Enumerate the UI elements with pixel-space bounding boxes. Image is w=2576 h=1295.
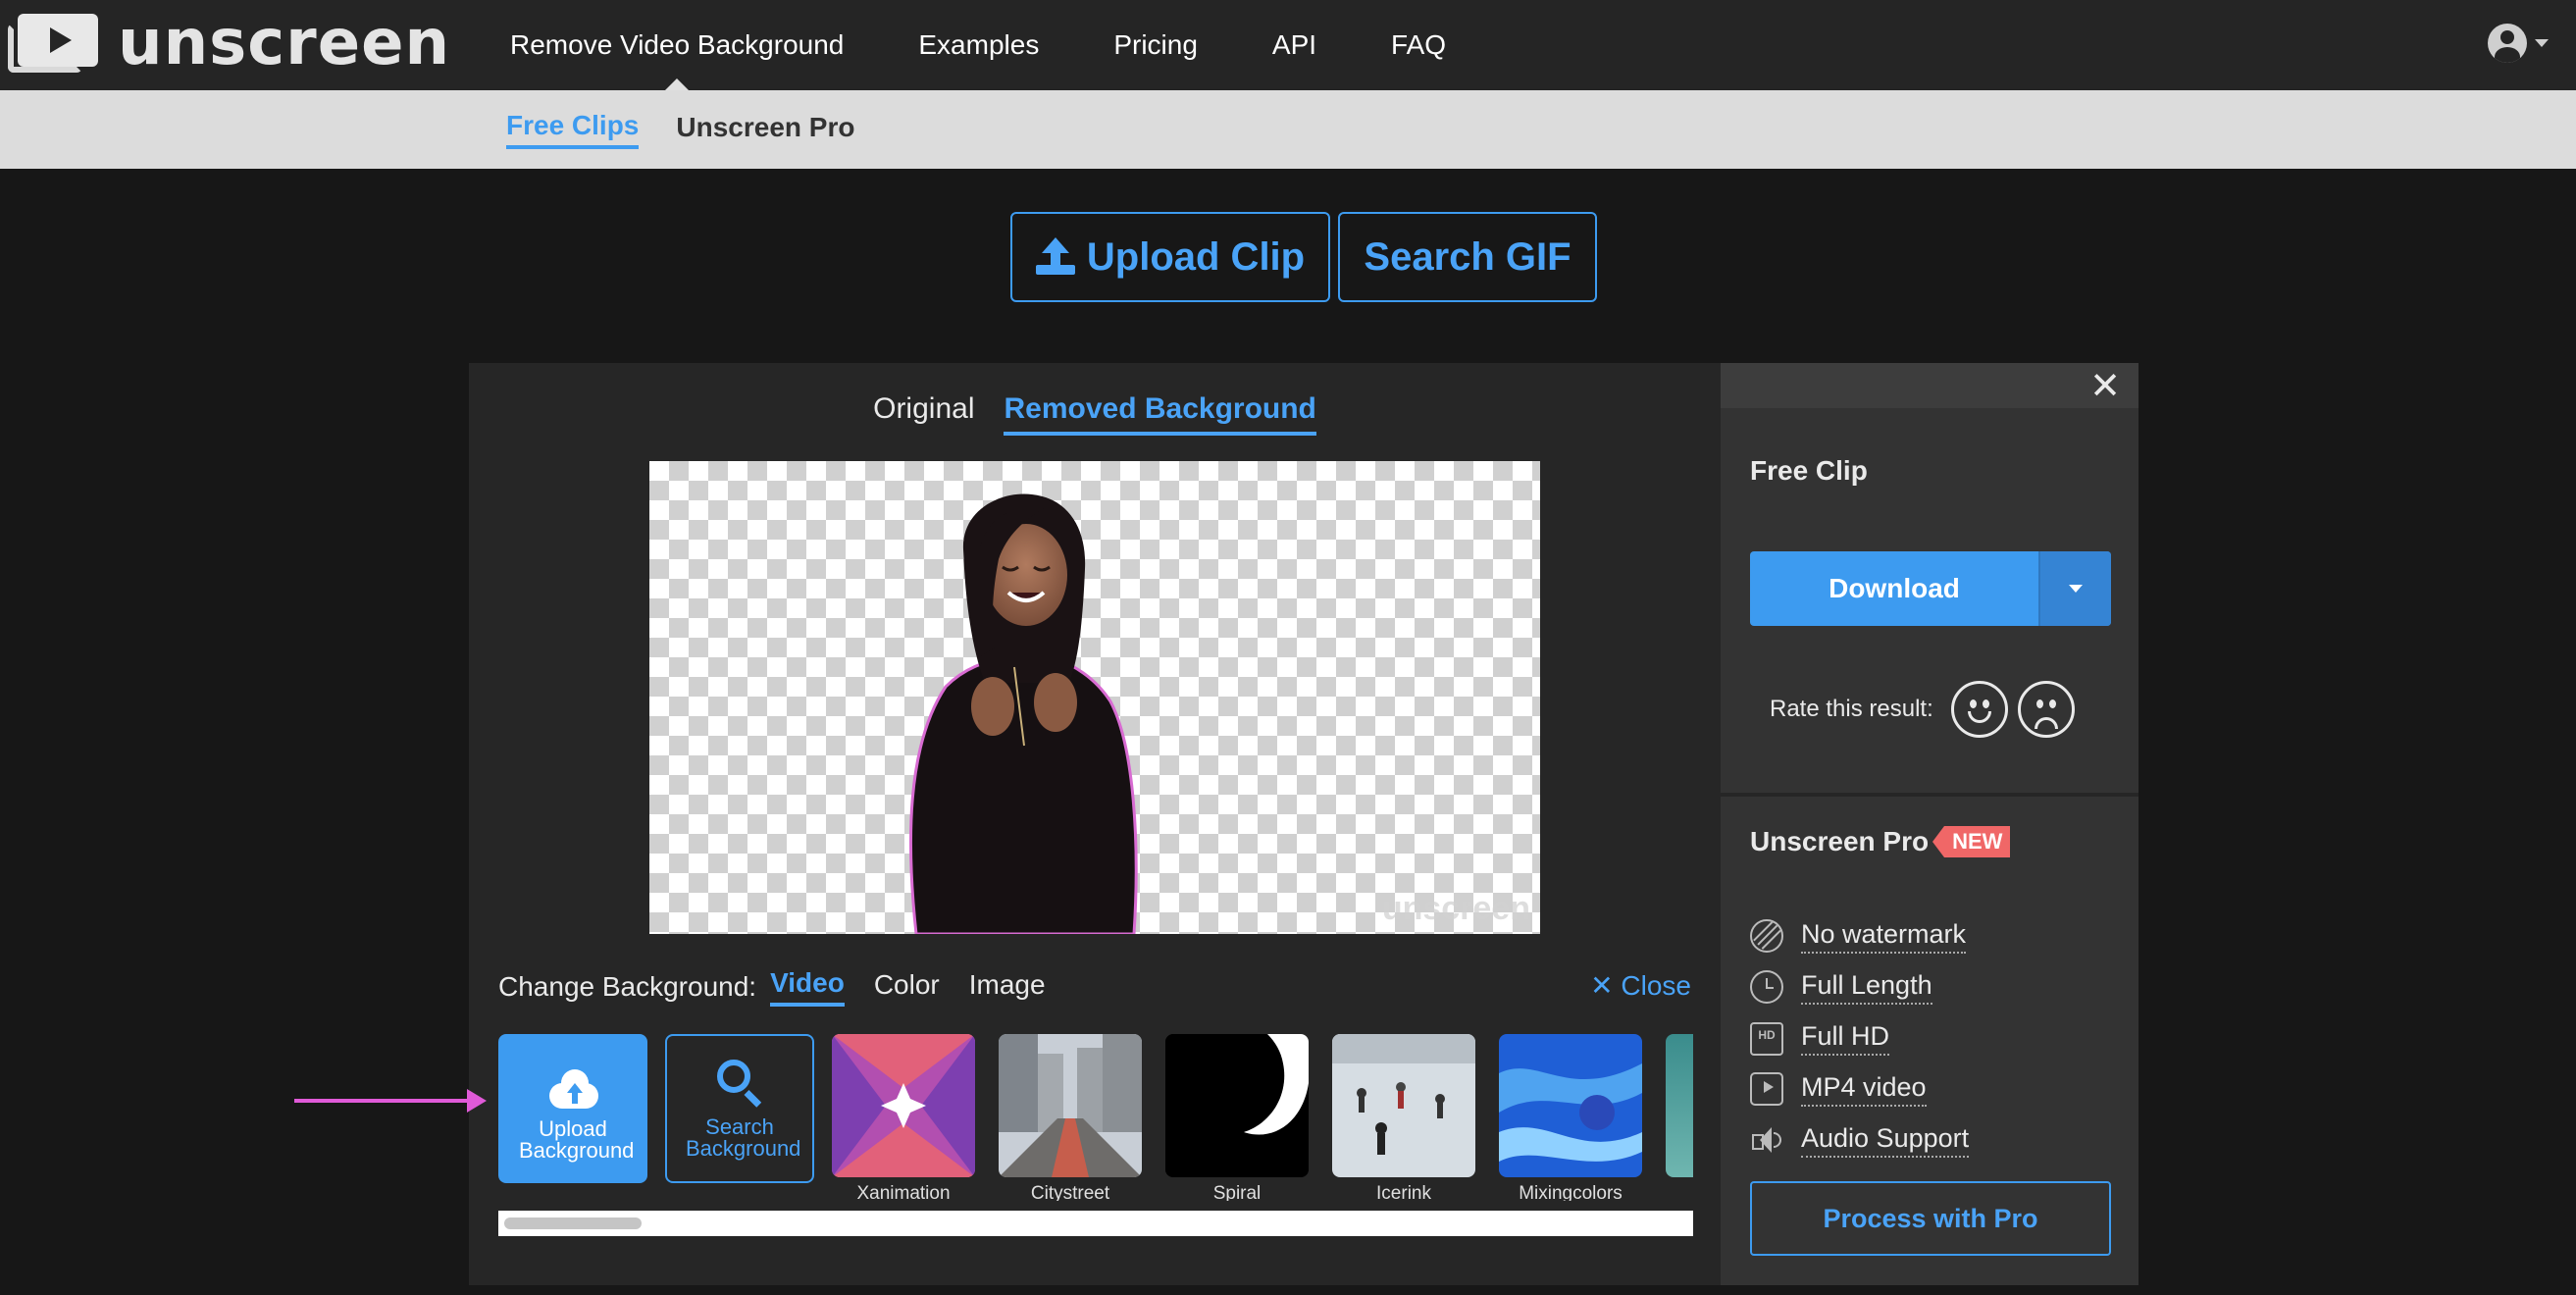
pro-features-list: No watermark Full Length HD Full HD MP4 …	[1750, 910, 2113, 1166]
upload-background-label: Upload Background	[519, 1116, 635, 1163]
feature-item: No watermark	[1750, 910, 2113, 961]
icerink-image	[1332, 1034, 1475, 1177]
thumbnail-caption: Icerink	[1376, 1183, 1431, 1201]
thumbnail-caption: Xanimation	[856, 1183, 951, 1201]
nav-api[interactable]: API	[1272, 29, 1316, 61]
thumbnail-mixingcolors[interactable]: Mixingcolors	[1499, 1034, 1642, 1201]
tab-free-clips[interactable]: Free Clips	[506, 110, 640, 149]
close-label: Close	[1621, 970, 1691, 1001]
bg-tab-video[interactable]: Video	[770, 967, 845, 1007]
clock-icon	[1750, 970, 1783, 1004]
feature-label[interactable]: MP4 video	[1801, 1072, 1927, 1107]
mp4-video-icon	[1750, 1072, 1783, 1106]
caret-down-icon[interactable]	[2535, 39, 2549, 47]
rate-result: Rate this result:	[1770, 681, 2075, 738]
tab-original[interactable]: Original	[873, 392, 974, 436]
upload-clip-label: Upload Clip	[1086, 234, 1306, 279]
search-icon	[715, 1058, 764, 1108]
change-background-bar: Change Background: Video Color Image ✕ C…	[498, 967, 1691, 1007]
feature-item: MP4 video	[1750, 1063, 2113, 1114]
video-preview[interactable]: unscreen	[649, 461, 1540, 934]
search-background-label: Search Background	[686, 1114, 801, 1161]
change-background-label: Change Background:	[498, 971, 757, 1002]
annotation-arrow-icon	[294, 1089, 487, 1113]
nav-examples[interactable]: Examples	[918, 29, 1039, 61]
upload-icon	[1035, 237, 1075, 277]
download-side-panel: ✕ Free Clip Download Rate this result: U…	[1721, 363, 2138, 1285]
download-options-button[interactable]	[2038, 551, 2111, 626]
cloud-upload-icon	[543, 1069, 602, 1109]
chevron-down-icon	[2069, 585, 2083, 593]
bg-tab-color[interactable]: Color	[874, 969, 940, 1005]
thumbnail-partial[interactable]	[1666, 1034, 1693, 1179]
feature-item: HD Full HD	[1750, 1012, 2113, 1063]
feature-label[interactable]: Audio Support	[1801, 1123, 1970, 1158]
upload-background-button[interactable]: Upload Background	[498, 1034, 647, 1183]
download-button-group: Download	[1750, 551, 2111, 626]
search-gif-label: Search GIF	[1364, 234, 1571, 279]
mixingcolors-image	[1499, 1034, 1642, 1177]
scrollbar-thumb[interactable]	[504, 1217, 642, 1229]
pro-title: Unscreen Pro	[1750, 826, 1930, 856]
unscreen-logo[interactable]: unscreen	[8, 7, 451, 79]
search-gif-button[interactable]: Search GIF	[1338, 212, 1597, 302]
hd-icon: HD	[1750, 1022, 1783, 1056]
divider	[1721, 793, 2138, 797]
feature-item: Audio Support	[1750, 1114, 2113, 1166]
watermark-logo: unscreen	[1381, 890, 1530, 927]
thumbnail-scrollbar[interactable]	[498, 1211, 1693, 1236]
feature-label[interactable]: Full HD	[1801, 1021, 1890, 1056]
feature-label[interactable]: No watermark	[1801, 919, 1967, 954]
side-panel-header: ✕	[1721, 363, 2138, 408]
thumbnail-caption: Spiral	[1212, 1183, 1262, 1201]
nav-remove-video-background[interactable]: Remove Video Background	[510, 29, 844, 90]
feature-item: Full Length	[1750, 961, 2113, 1012]
nav-pricing[interactable]: Pricing	[1113, 29, 1198, 61]
person-cutout-image	[908, 493, 1138, 934]
ocean-image	[1666, 1034, 1693, 1177]
editor-panel: Original Removed Background unscreen Cha…	[469, 363, 1721, 1285]
xanimation-image	[832, 1034, 975, 1177]
process-with-pro-button[interactable]: Process with Pro	[1750, 1181, 2111, 1256]
free-clip-title: Free Clip	[1750, 455, 1868, 486]
thumbnail-caption: Mixingcolors	[1519, 1183, 1623, 1201]
view-tabs: Original Removed Background	[469, 392, 1721, 436]
nav-faq[interactable]: FAQ	[1391, 29, 1446, 61]
feature-label[interactable]: Full Length	[1801, 970, 1932, 1005]
sad-face-icon[interactable]	[2017, 681, 2075, 738]
citystreet-image	[999, 1034, 1142, 1177]
no-watermark-icon	[1750, 919, 1783, 953]
thumbnail-caption: Citystreet	[1030, 1183, 1110, 1201]
unscreen-pro-heading: Unscreen Pro NEW	[1750, 826, 2011, 857]
tab-unscreen-pro[interactable]: Unscreen Pro	[676, 112, 854, 147]
audio-icon	[1750, 1123, 1783, 1157]
rate-label: Rate this result:	[1770, 696, 1933, 722]
logo-text: unscreen	[118, 7, 451, 79]
thumbnail-spiral[interactable]: Spiral	[1165, 1034, 1309, 1201]
close-background-link[interactable]: ✕ Close	[1590, 969, 1691, 1002]
thumbnail-xanimation[interactable]: Xanimation	[832, 1034, 975, 1201]
bg-tab-image[interactable]: Image	[969, 969, 1046, 1005]
background-thumbnails: Upload Background Search Background Xani…	[498, 1034, 1693, 1201]
user-account-icon[interactable]	[2488, 24, 2527, 63]
thumbnail-icerink[interactable]: Icerink	[1332, 1034, 1475, 1201]
spiral-image	[1165, 1034, 1309, 1177]
search-background-button[interactable]: Search Background	[665, 1034, 814, 1183]
download-button[interactable]: Download	[1750, 551, 2038, 626]
upload-clip-button[interactable]: Upload Clip	[1010, 212, 1330, 302]
main-nav: Remove Video Background Examples Pricing…	[510, 0, 1520, 90]
close-icon[interactable]: ✕	[2089, 367, 2121, 404]
sub-navigation: Free Clips Unscreen Pro	[0, 90, 2576, 169]
smiley-face-icon[interactable]	[1950, 681, 2008, 738]
thumbnail-citystreet[interactable]: Citystreet	[999, 1034, 1142, 1201]
new-badge: NEW	[1932, 826, 2011, 857]
account-menu[interactable]	[2488, 24, 2549, 63]
top-navigation: unscreen Remove Video Background Example…	[0, 0, 2576, 90]
tab-removed-background[interactable]: Removed Background	[1004, 392, 1316, 436]
logo-icon	[8, 14, 98, 73]
